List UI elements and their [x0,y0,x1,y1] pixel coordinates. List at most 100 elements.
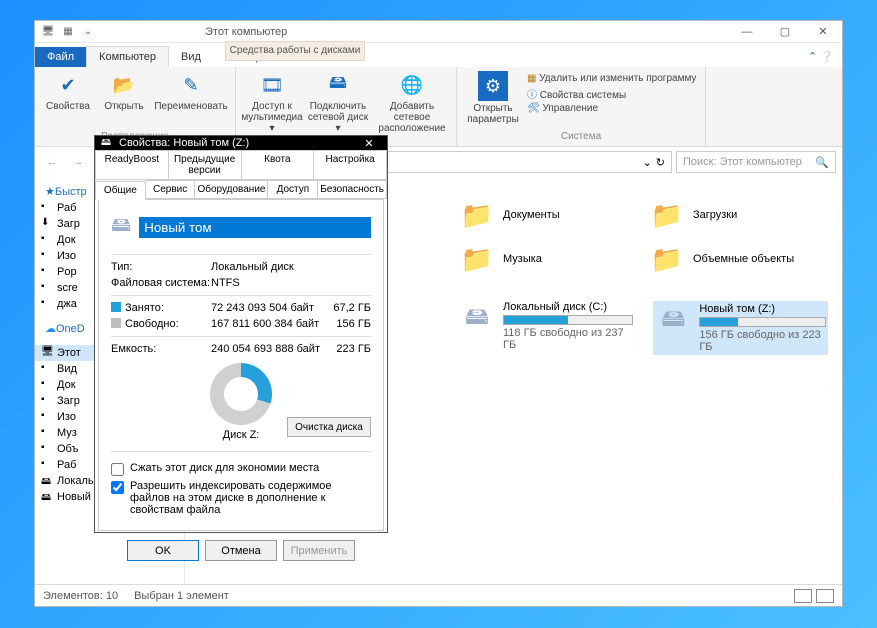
drive-free: 156 ГБ свободно из 223 ГБ [699,329,826,353]
drive-name: Новый том (Z:) [699,303,826,315]
close-button[interactable]: ✕ [804,21,842,43]
capacity-gb: 223 ГБ [321,343,371,355]
used-swatch-icon [111,302,121,312]
tab-security[interactable]: Безопасность [318,180,387,199]
search-placeholder: Поиск: Этот компьютер [683,156,802,168]
folder-icon: 📁 [649,197,685,233]
checkmark-icon: ✔ [54,71,82,99]
view-details-icon[interactable] [794,589,812,603]
folder-icon: 📁 [649,241,685,277]
dialog-title-bar[interactable]: 🖴 Свойства: Новый том (Z:) ✕ [95,136,387,150]
menu-tabs: Файл Компьютер Вид Управление ⌃ ❔ [35,43,842,67]
drive-name: Локальный диск (C:) [503,301,633,313]
qa-props-icon[interactable]: ▦ [61,25,75,39]
ribbon-media-access[interactable]: 🎞Доступ к мультимедиа ▾ [244,71,300,134]
cube-icon: ▦ [527,73,536,84]
tab-file[interactable]: Файл [35,47,86,67]
search-icon: 🔍 [815,156,829,169]
tab-general[interactable]: Общие [95,181,146,200]
nav-fwd[interactable]: → [67,151,89,173]
ribbon-sysprops[interactable]: ⓘ Свойства системы [527,86,697,101]
drive-z[interactable]: 🖴 Новый том (Z:) 156 ГБ свободно из 223 … [653,301,828,355]
disk-icon: 🖴 [655,303,691,339]
tab-prev-versions[interactable]: Предыдущие версии [169,150,242,180]
drive-free: 118 ГБ свободно из 237 ГБ [503,327,633,351]
cancel-button[interactable]: Отмена [205,540,277,561]
status-count: Элементов: 10 [43,590,118,602]
dialog-close-button[interactable]: ✕ [355,137,383,150]
free-bytes: 167 811 600 384 байт [211,318,321,330]
qa-dropdown-icon[interactable]: ⌄ [81,25,95,39]
folder-open-icon: 📂 [110,71,138,99]
ribbon-add-netloc[interactable]: 🌐Добавить сетевое расположение [376,71,448,134]
free-label: Свободно: [125,318,211,330]
pc-icon: 🖥 [41,25,55,39]
used-gb: 67,2 ГБ [321,302,371,314]
type-label: Тип: [111,261,211,273]
search-input[interactable]: Поиск: Этот компьютер 🔍 [676,151,836,173]
used-label: Занято: [125,302,211,314]
drive-usage-bar [699,317,826,327]
ribbon-rename[interactable]: ✎Переименовать [155,71,227,131]
ribbon-manage[interactable]: 🛠 Управление [527,103,697,114]
folder-documents[interactable]: 📁Документы [459,197,629,233]
network-icon: 🌐 [398,71,426,99]
window-title: Этот компьютер [205,26,287,38]
apply-button[interactable]: Применить [283,540,355,561]
help-icon[interactable]: ⌃ ❔ [800,46,842,67]
folder-music[interactable]: 📁Музыка [459,241,629,277]
free-swatch-icon [111,318,121,328]
ribbon-open-settings[interactable]: ⚙Открыть параметры [465,71,521,131]
tab-quota[interactable]: Квота [242,150,315,180]
tab-sharing[interactable]: Доступ [268,180,318,199]
used-bytes: 72 243 093 504 байт [211,302,321,314]
tab-view[interactable]: Вид [169,47,213,67]
folder-downloads[interactable]: 📁Загрузки [649,197,819,233]
folder-3d[interactable]: 📁Объемные объекты [649,241,819,277]
disk-icon: 🖴 [41,474,51,489]
chevron-down-icon[interactable]: ⌄ [643,156,652,169]
star-icon: ★ [45,186,55,198]
disk-icon: 🖴 [111,210,131,244]
tab-customize[interactable]: Настройка [314,150,387,180]
ok-button[interactable]: OK [127,540,199,561]
disk-cleanup-button[interactable]: Очистка диска [287,417,371,437]
capacity-bytes: 240 054 693 888 байт [211,343,321,355]
maximize-button[interactable]: ▢ [766,21,804,43]
capacity-label: Емкость: [111,343,211,355]
free-gb: 156 ГБ [321,318,371,330]
status-selection: Выбран 1 элемент [134,590,229,602]
ribbon-group-system: Система [465,131,697,142]
volume-name-input[interactable] [139,217,371,238]
disk-icon: 🖴 [41,490,51,505]
cloud-icon: ☁ [45,323,56,335]
index-checkbox[interactable]: Разрешить индексировать содержимое файло… [111,480,371,516]
ribbon-map-drive[interactable]: 🖴Подключить сетевой диск ▾ [306,71,370,134]
tab-hardware[interactable]: Оборудование [195,180,268,199]
disk-tools-tab[interactable]: Средства работы с дисками [225,41,365,61]
folder-icon: 📁 [459,241,495,277]
drive-c[interactable]: 🖴 Локальный диск (C:) 118 ГБ свободно из… [459,301,633,355]
refresh-icon[interactable]: ↻ [656,156,665,169]
drive-usage-bar [503,315,633,325]
tab-computer[interactable]: Компьютер [86,46,169,67]
view-large-icon[interactable] [816,589,834,603]
usage-pie-chart [210,363,272,425]
folder-icon: 📁 [459,197,495,233]
minimize-button[interactable]: — [728,21,766,43]
disk-icon: 🖴 [99,136,113,150]
gear-icon: ⚙ [478,71,508,101]
ribbon-uninstall[interactable]: ▦ Удалить или изменить программу [527,73,697,84]
dialog-title: Свойства: Новый том (Z:) [119,137,249,149]
ribbon-open[interactable]: 📂Открыть [99,71,149,131]
info-icon: ⓘ [527,90,537,101]
tab-tools[interactable]: Сервис [146,180,196,199]
nav-back[interactable]: ← [41,151,63,173]
compress-checkbox[interactable]: Сжать этот диск для экономии места [111,462,371,476]
fs-value: NTFS [211,277,240,289]
ribbon-properties[interactable]: ✔Свойства [43,71,93,131]
fs-label: Файловая система: [111,277,211,289]
disk-label: Диск Z: [223,429,260,441]
tab-readyboost[interactable]: ReadyBoost [95,150,169,180]
type-value: Локальный диск [211,261,294,273]
